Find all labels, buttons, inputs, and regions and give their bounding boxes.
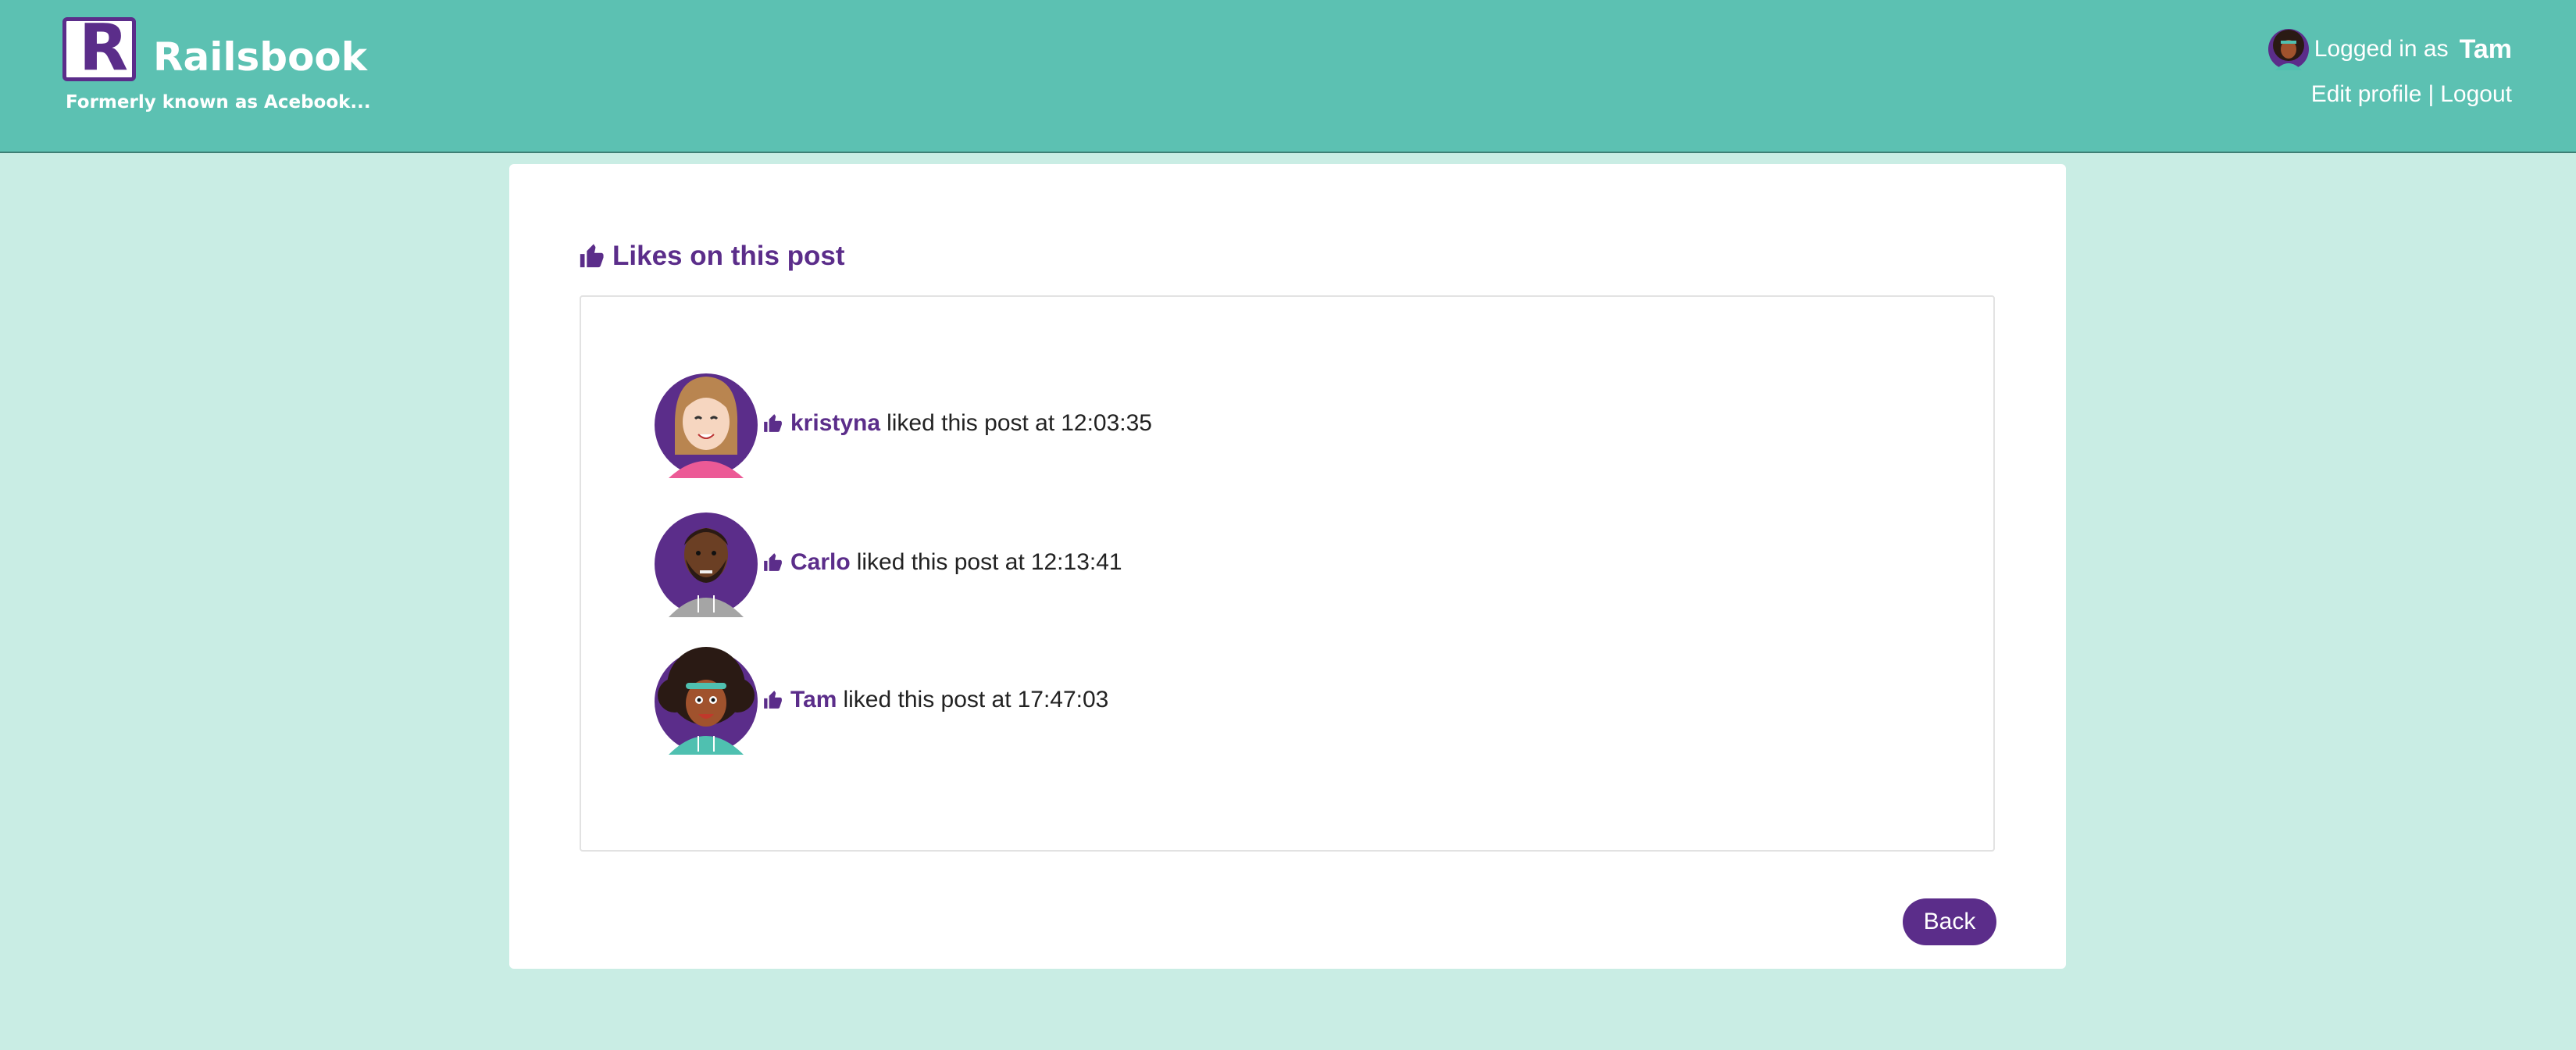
thumbs-up-icon bbox=[764, 691, 782, 709]
logo-letter: R bbox=[79, 11, 129, 85]
female-curly-avatar-icon[interactable] bbox=[651, 645, 761, 755]
like-time: 12:03:35 bbox=[1061, 410, 1152, 436]
likes-list: kristyna liked this post at 12:03:35 Car… bbox=[580, 295, 1995, 852]
likes-card: Likes on this post kristyna liked this p… bbox=[509, 164, 2066, 969]
edit-profile-link[interactable]: Edit profile bbox=[2311, 81, 2422, 107]
page-title-text: Likes on this post bbox=[612, 241, 845, 271]
page-title: Likes on this post bbox=[578, 241, 845, 272]
male-beard-avatar-icon[interactable] bbox=[651, 508, 761, 617]
logged-in-username: Tam bbox=[2459, 34, 2512, 64]
logout-link[interactable]: Logout bbox=[2440, 81, 2512, 107]
logged-in-line: Logged in as Tam bbox=[2267, 28, 2512, 70]
like-item: Carlo liked this post at 12:13:41 bbox=[651, 508, 1122, 617]
brand-tagline: Formerly known as Acebook... bbox=[66, 92, 371, 112]
thumbs-up-icon bbox=[580, 244, 604, 268]
like-time: 17:47:03 bbox=[1017, 687, 1109, 712]
user-area: Logged in as Tam Edit profile | Logout bbox=[2267, 28, 2512, 108]
like-phrase: liked this post at bbox=[856, 549, 1025, 575]
link-separator: | bbox=[2428, 81, 2435, 107]
female-light-avatar-icon[interactable] bbox=[651, 369, 761, 478]
like-item: kristyna liked this post at 12:03:35 bbox=[651, 369, 1152, 478]
user-avatar-icon bbox=[2267, 29, 2309, 70]
brand-name[interactable]: Railsbook bbox=[153, 38, 367, 77]
liker-name-link[interactable]: kristyna bbox=[790, 410, 880, 437]
logged-in-label: Logged in as bbox=[2314, 36, 2449, 62]
liker-name-link[interactable]: Tam bbox=[790, 687, 837, 713]
top-header: R Railsbook Formerly known as Acebook...… bbox=[0, 0, 2576, 153]
like-item: Tam liked this post at 17:47:03 bbox=[651, 645, 1108, 755]
like-phrase: liked this post at bbox=[843, 687, 1011, 712]
back-button[interactable]: Back bbox=[1903, 898, 1996, 945]
liker-name-link[interactable]: Carlo bbox=[790, 549, 851, 576]
thumbs-up-icon bbox=[764, 553, 782, 571]
thumbs-up-icon bbox=[764, 414, 782, 432]
user-links: Edit profile | Logout bbox=[2267, 81, 2512, 108]
railsbook-logo[interactable]: R bbox=[62, 11, 136, 85]
like-time: 12:13:41 bbox=[1030, 549, 1122, 575]
like-phrase: liked this post at bbox=[887, 410, 1055, 436]
